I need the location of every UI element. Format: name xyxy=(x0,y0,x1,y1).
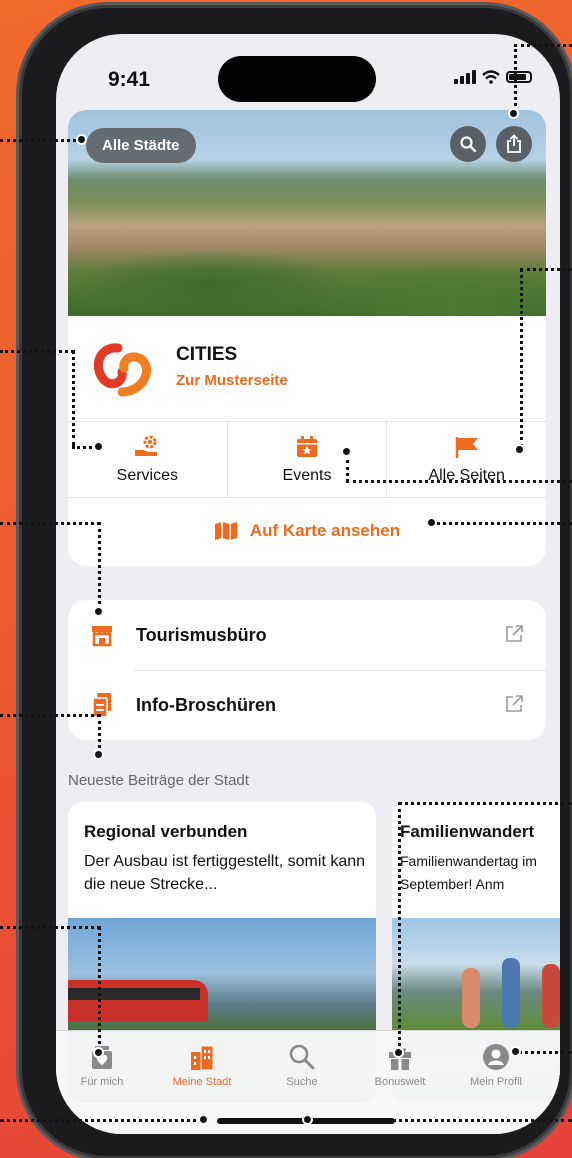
all-cities-button[interactable]: Alle Städte xyxy=(86,128,196,163)
view-on-map-label: Auf Karte ansehen xyxy=(249,521,401,540)
callout-line xyxy=(346,480,572,483)
callout-line xyxy=(0,139,82,142)
store-icon xyxy=(92,626,112,647)
callout-line xyxy=(520,268,572,271)
callout-dot xyxy=(302,1114,313,1125)
callout-line xyxy=(0,522,100,525)
profile-icon xyxy=(483,1044,509,1070)
services-button[interactable]: Services xyxy=(68,422,228,497)
callout-line xyxy=(518,1051,572,1054)
section-title: Neueste Beiträge der Stadt xyxy=(68,772,249,789)
tab-search[interactable]: Suche xyxy=(254,1043,350,1088)
train-windows xyxy=(68,988,200,1000)
callout-line xyxy=(398,802,401,1052)
callout-dot xyxy=(393,1047,404,1058)
search-button[interactable] xyxy=(450,126,486,162)
link-list: Tourismusbüro Info-Broschüren xyxy=(68,600,546,740)
flag-icon xyxy=(455,436,478,458)
dynamic-island xyxy=(218,56,376,102)
events-button[interactable]: Events xyxy=(228,422,388,497)
tab-label: Für mich xyxy=(80,1076,124,1088)
tab-label: Suche xyxy=(286,1076,318,1088)
calendar-star-icon xyxy=(297,435,317,457)
search-icon xyxy=(289,1044,315,1070)
tourism-office-item[interactable]: Tourismusbüro xyxy=(68,600,546,670)
city-card: Alle Städte CITIES Zur Musterseite Servi… xyxy=(68,110,546,566)
battery-icon xyxy=(506,71,532,83)
callout-dot xyxy=(198,1114,209,1125)
hiker-shape xyxy=(462,968,480,1028)
wifi-icon xyxy=(482,70,500,84)
callout-line xyxy=(520,268,523,448)
city-info: CITIES Zur Musterseite xyxy=(68,316,546,422)
callout-line xyxy=(98,522,101,610)
app-screen: 9:41 Alle Städte CITIES Zur Musterseite … xyxy=(56,34,560,1134)
callout-dot xyxy=(508,108,519,119)
callout-line xyxy=(398,802,572,805)
phone-frame: 9:41 Alle Städte CITIES Zur Musterseite … xyxy=(22,8,570,1156)
callout-dot xyxy=(93,606,104,617)
hiker-shape xyxy=(502,958,520,1028)
callout-line xyxy=(346,460,349,482)
city-actions: Services Events Alle Seiten xyxy=(68,422,546,498)
callout-line xyxy=(0,926,100,929)
city-buildings-icon xyxy=(191,1045,214,1071)
callout-line xyxy=(98,714,101,754)
city-hero-image: Alle Städte xyxy=(68,110,546,316)
post-excerpt: Familienwandertag im September! Anm xyxy=(400,853,537,892)
post-title: Regional verbunden xyxy=(84,822,248,841)
signal-icon xyxy=(454,70,476,84)
city-logo xyxy=(93,343,151,397)
callout-line xyxy=(98,926,101,1052)
tab-label: Mein Profil xyxy=(470,1076,522,1088)
external-link-icon xyxy=(506,695,523,712)
brochures-item[interactable]: Info-Broschüren xyxy=(68,670,546,740)
tourism-office-label: Tourismusbüro xyxy=(136,624,267,645)
hiker-shape xyxy=(542,964,560,1028)
callout-line xyxy=(72,350,75,446)
callout-line xyxy=(432,522,572,525)
callout-dot xyxy=(93,1047,104,1058)
callout-dot xyxy=(514,444,525,455)
post-title: Familienwandert xyxy=(400,822,535,841)
callout-line xyxy=(514,44,517,112)
tab-my-city[interactable]: Meine Stadt xyxy=(154,1043,250,1088)
services-label: Services xyxy=(116,466,179,484)
share-icon xyxy=(507,134,521,153)
map-icon xyxy=(214,522,237,540)
post-excerpt: Der Ausbau ist fertiggestellt, somit kan… xyxy=(84,853,366,893)
search-icon xyxy=(460,136,477,153)
city-name: CITIES xyxy=(176,344,238,365)
callout-line xyxy=(308,1119,572,1122)
tab-my-profile[interactable]: Mein Profil xyxy=(448,1043,544,1088)
callout-line xyxy=(0,1119,204,1122)
share-button[interactable] xyxy=(496,126,532,162)
callout-line xyxy=(0,714,100,717)
status-time: 9:41 xyxy=(108,68,151,91)
brochures-label: Info-Broschüren xyxy=(136,694,277,715)
callout-dot xyxy=(426,517,437,528)
external-link-icon xyxy=(506,625,523,642)
train-shape xyxy=(68,980,208,1022)
services-icon xyxy=(135,435,158,456)
events-label: Events xyxy=(282,466,332,484)
status-indicators xyxy=(454,70,532,84)
sample-page-link[interactable]: Zur Musterseite xyxy=(176,372,288,389)
callout-dot xyxy=(341,446,352,457)
callout-dot xyxy=(510,1046,521,1057)
callout-line xyxy=(514,44,572,47)
callout-line xyxy=(0,350,74,353)
callout-dot xyxy=(93,749,104,760)
tab-label: Bonuswelt xyxy=(374,1076,426,1088)
callout-dot xyxy=(76,134,87,145)
callout-dot xyxy=(93,441,104,452)
tab-label: Meine Stadt xyxy=(172,1076,232,1088)
view-on-map-button[interactable]: Auf Karte ansehen xyxy=(68,498,546,564)
heart-box-icon xyxy=(92,1046,112,1069)
